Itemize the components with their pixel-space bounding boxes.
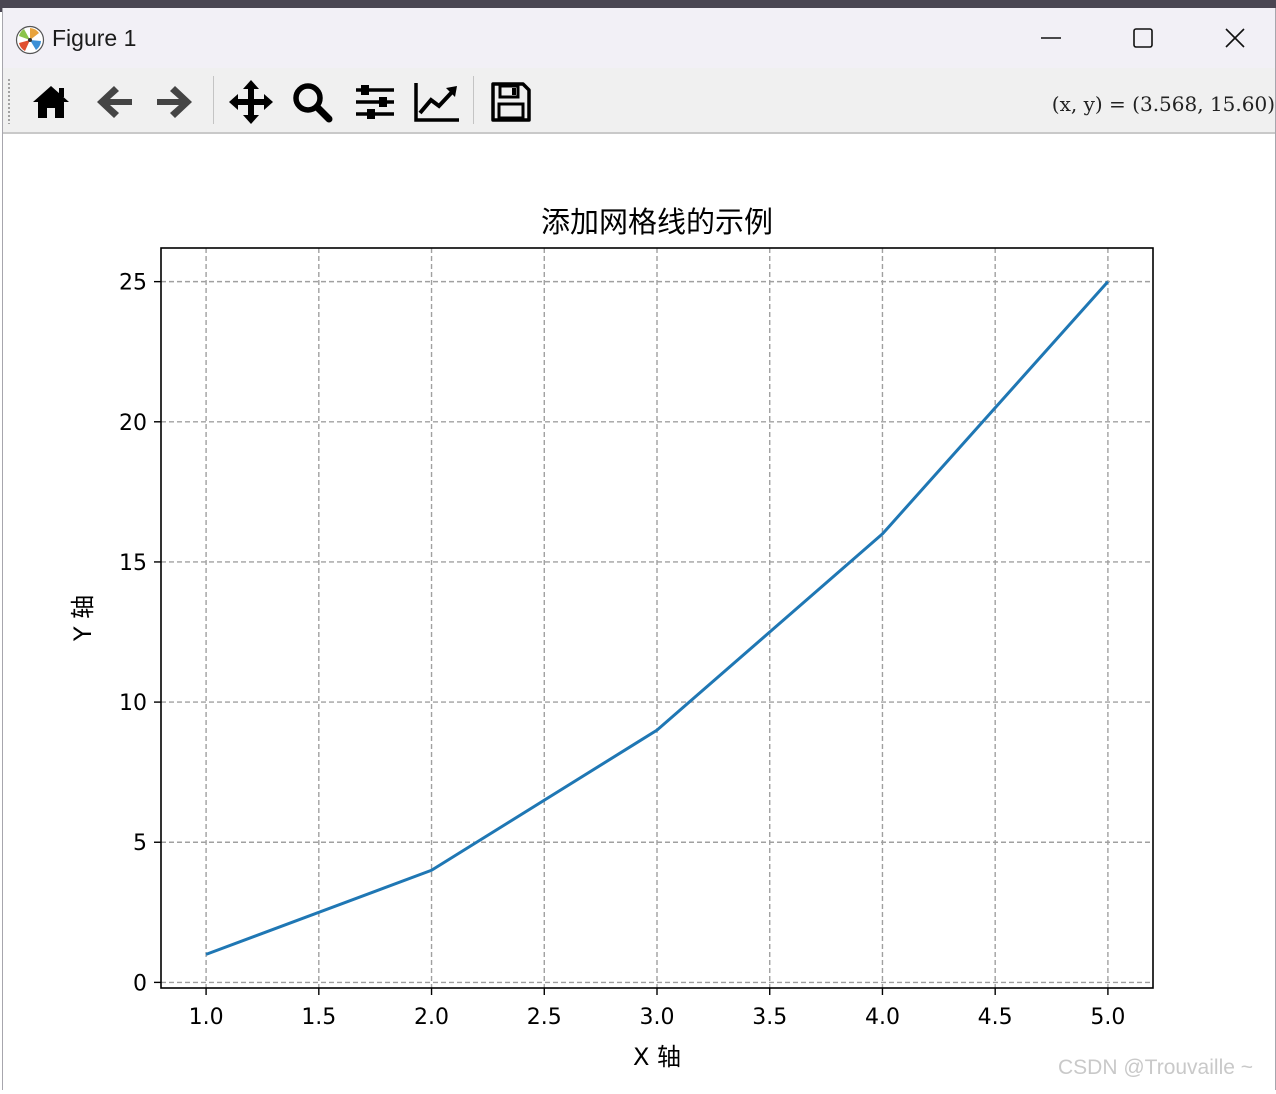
line-chart-icon [413,80,461,124]
y-axis-label: Y 轴 [69,595,97,642]
x-tick-label: 3.0 [640,1005,675,1030]
move-icon [228,79,274,125]
figure-window: Figure 1 [2,8,1276,1090]
x-axis-label: X 轴 [633,1043,681,1071]
toolbar-separator [473,76,474,124]
save-button[interactable] [487,78,535,126]
cursor-coordinates: (x, y) = (3.568, 15.60) [1052,92,1275,116]
y-tick-label: 10 [119,691,147,716]
maximize-button[interactable] [1097,8,1189,68]
grid-lines [161,248,1153,988]
x-tick-label: 3.5 [752,1005,787,1030]
y-tick-label: 20 [119,411,147,436]
floppy-disk-icon [490,81,532,123]
y-tick-label: 25 [119,271,147,296]
navigation-toolbar: (x, y) = (3.568, 15.60) [3,68,1275,134]
y-tick-label: 15 [119,551,147,576]
x-tick-label: 2.0 [414,1005,449,1030]
home-icon [29,80,73,124]
axis-ticks: 1.0 1.5 2.0 2.5 3.0 3.5 4.0 4.5 5.0 0 5 10 15 20 25 [119,271,1125,1030]
matplotlib-logo-icon [15,25,45,55]
toolbar-separator [213,76,214,124]
y-tick-label: 5 [133,831,147,856]
figure-canvas[interactable]: 1.0 1.5 2.0 2.5 3.0 3.5 4.0 4.5 5.0 0 5 10 15 20 25 添加… [3,134,1275,1090]
sliders-icon [353,80,397,124]
home-button[interactable] [27,78,75,126]
zoom-button[interactable] [288,78,336,126]
x-tick-label: 4.5 [978,1005,1013,1030]
configure-subplots-button[interactable] [351,78,399,126]
pan-button[interactable] [227,78,275,126]
edit-axis-button[interactable] [413,78,461,126]
x-tick-label: 1.0 [189,1005,224,1030]
magnifier-icon [290,80,334,124]
x-tick-label: 2.5 [527,1005,562,1030]
x-tick-label: 5.0 [1090,1005,1125,1030]
minimize-button[interactable] [1005,8,1097,68]
title-bar[interactable]: Figure 1 [3,8,1275,68]
watermark: CSDN @Trouvaille ~ [1058,1056,1253,1080]
close-icon [1224,27,1246,49]
x-tick-label: 4.0 [865,1005,900,1030]
chart-title: 添加网格线的示例 [541,205,773,239]
line-chart[interactable]: 1.0 1.5 2.0 2.5 3.0 3.5 4.0 4.5 5.0 0 5 10 15 20 25 添加… [3,134,1275,1090]
close-button[interactable] [1189,8,1276,68]
forward-button[interactable] [151,78,199,126]
y-tick-label: 0 [133,971,147,996]
minimize-icon [1040,27,1062,49]
maximize-icon [1132,27,1154,49]
arrow-right-icon [153,80,197,124]
toolbar-grip[interactable] [7,78,11,124]
arrow-left-icon [92,80,136,124]
window-title: Figure 1 [52,25,136,52]
back-button[interactable] [90,78,138,126]
x-tick-label: 1.5 [301,1005,336,1030]
